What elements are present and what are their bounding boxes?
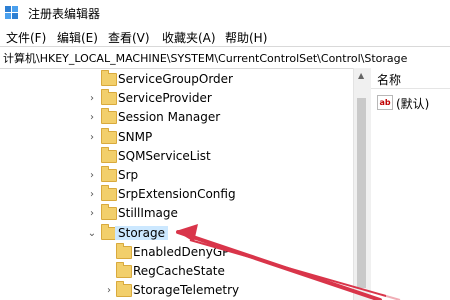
folder-icon [101,185,117,202]
tree-item[interactable]: EnabledDenyGP [0,242,362,263]
tree-item[interactable]: › SrpExtensionConfig [0,185,362,205]
tree-item-label: StillImage [118,206,178,221]
expand-chevron-icon[interactable]: › [87,132,97,144]
tree-item[interactable]: › Session Manager [0,108,362,128]
values-pane: 名称 ab (默认) [371,68,450,300]
name-column-header[interactable]: 名称 [371,68,450,89]
menu-favorites[interactable]: 收藏夹(A) [162,29,216,46]
tree-item-label: Session Manager [118,110,221,125]
tree-item[interactable]: › SNMP [0,127,362,148]
tree-item[interactable]: › StillImage [0,204,362,224]
tree-item-label: StorageTelemetry [133,283,240,298]
address-bar[interactable]: 计算机\HKEY_LOCAL_MACHINE\SYSTEM\CurrentCon… [0,46,450,69]
value-name: (默认) [396,97,430,111]
value-row-default[interactable]: ab (默认) [377,94,449,112]
folder-icon [101,70,117,86]
tree-item[interactable]: › ServiceProvider [0,89,362,109]
folder-icon [101,89,117,106]
regedit-icon [5,6,18,19]
tree-scrollbar[interactable]: ▲ [353,68,369,300]
tree-item-label: SrpExtensionConfig [118,187,236,202]
tree-item-label: Storage [115,225,168,240]
folder-icon [116,262,132,278]
menu-file[interactable]: 文件(F) [6,29,46,46]
menu-help[interactable]: 帮助(H) [225,29,267,46]
scroll-up-arrow-icon[interactable]: ▲ [358,71,364,80]
tree-item-label: RegCacheState [133,264,225,278]
tree-item-label: Srp [118,168,139,182]
expand-chevron-icon[interactable]: › [87,93,97,105]
scroll-thumb[interactable] [357,98,366,288]
tree-item[interactable]: SQMServiceList [0,146,362,167]
folder-icon [101,127,117,144]
tree-item-label: ServiceProvider [118,91,212,106]
expand-chevron-icon[interactable]: › [87,170,97,182]
tree-item[interactable]: ⌄ Storage [0,223,362,244]
address-path[interactable]: 计算机\HKEY_LOCAL_MACHINE\SYSTEM\CurrentCon… [3,50,407,66]
name-column-label: 名称 [377,73,402,87]
tree-item-label: ServiceGroupOrder [118,72,233,86]
menu-edit[interactable]: 编辑(E) [57,29,98,46]
string-value-icon: ab [377,95,393,110]
tree-item-label: EnabledDenyGP [133,244,230,259]
menu-bar: 文件(F) 编辑(E) 查看(V) 收藏夹(A) 帮助(H) [0,26,450,46]
folder-icon [101,166,117,182]
folder-icon [116,281,132,298]
tree-item[interactable]: RegCacheState [0,262,362,282]
expand-chevron-icon[interactable]: › [87,208,97,220]
window-title: 注册表编辑器 [28,7,101,21]
tree-item-label: SNMP [118,129,153,144]
tree-item[interactable]: › StorageTelemetry [0,281,362,300]
collapse-chevron-icon[interactable]: ⌄ [87,228,97,240]
expand-chevron-icon[interactable]: › [87,189,97,201]
folder-icon [101,146,117,163]
folder-icon [116,242,132,259]
expand-chevron-icon[interactable]: › [104,285,114,297]
menu-view[interactable]: 查看(V) [108,29,150,46]
tree-item[interactable]: ServiceGroupOrder [0,70,362,90]
folder-icon [101,108,117,125]
folder-icon [101,204,117,221]
tree-item-label: SQMServiceList [118,148,211,163]
registry-tree: ServiceGroupOrder › ServiceProvider › Sessio… [0,68,362,300]
title-bar: 注册表编辑器 [0,0,450,26]
expand-chevron-icon[interactable]: › [87,112,97,124]
tree-item[interactable]: › Srp [0,166,362,186]
